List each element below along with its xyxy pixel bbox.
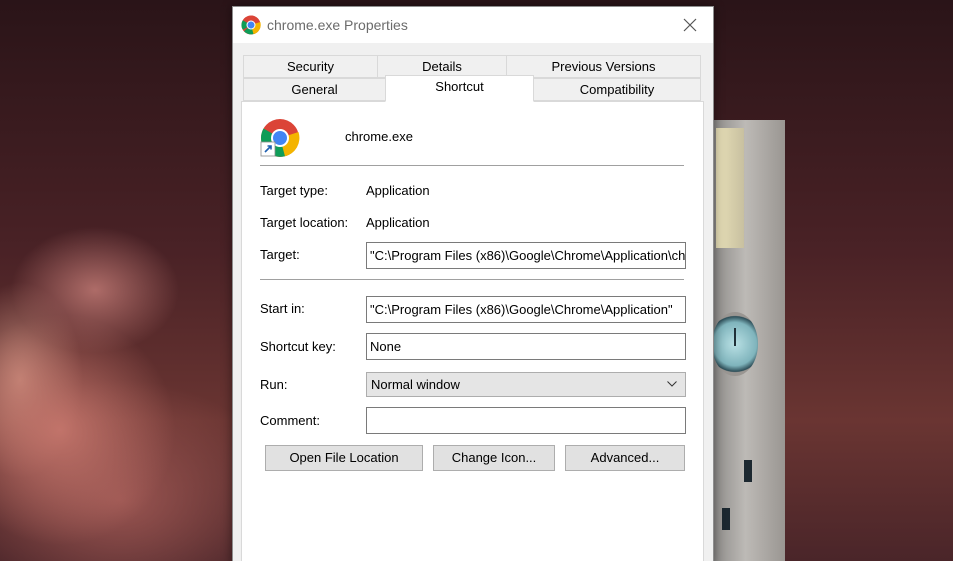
- separator: [260, 165, 684, 166]
- open-file-location-button[interactable]: Open File Location: [265, 445, 423, 471]
- tab-compatibility[interactable]: Compatibility: [533, 78, 701, 101]
- close-icon: [683, 18, 697, 32]
- wallpaper-tower-window: [744, 460, 752, 482]
- properties-dialog: chrome.exe Properties Security Details P…: [232, 6, 714, 561]
- change-icon-button[interactable]: Change Icon...: [433, 445, 555, 471]
- target-field[interactable]: "C:\Program Files (x86)\Google\Chrome\Ap…: [366, 242, 686, 269]
- wallpaper-clock-face: [712, 312, 758, 376]
- shortcut-panel: [241, 101, 704, 561]
- close-button[interactable]: [667, 7, 713, 43]
- shortcut-name: chrome.exe: [345, 129, 413, 144]
- title-bar[interactable]: chrome.exe Properties: [233, 7, 713, 43]
- start-in-field[interactable]: "C:\Program Files (x86)\Google\Chrome\Ap…: [366, 296, 686, 323]
- run-dropdown-value: Normal window: [371, 377, 460, 392]
- tab-previous-versions[interactable]: Previous Versions: [506, 55, 701, 78]
- advanced-button[interactable]: Advanced...: [565, 445, 685, 471]
- comment-field[interactable]: [366, 407, 686, 434]
- target-label: Target:: [260, 247, 300, 262]
- tab-shortcut[interactable]: Shortcut: [385, 75, 534, 102]
- separator: [260, 279, 684, 280]
- target-type-value: Application: [366, 183, 430, 198]
- window-title: chrome.exe Properties: [267, 17, 408, 33]
- tab-security[interactable]: Security: [243, 55, 378, 78]
- comment-label: Comment:: [260, 413, 320, 428]
- run-label: Run:: [260, 377, 288, 392]
- target-location-value: Application: [366, 215, 430, 230]
- wallpaper-tower-spire: [716, 128, 744, 248]
- tab-general[interactable]: General: [243, 78, 386, 101]
- start-in-label: Start in:: [260, 301, 305, 316]
- wallpaper-tower-window: [722, 508, 730, 530]
- target-location-label: Target location:: [260, 215, 349, 230]
- chrome-shortcut-icon: [260, 118, 300, 158]
- target-type-label: Target type:: [260, 183, 328, 198]
- run-dropdown[interactable]: Normal window: [366, 372, 686, 397]
- shortcut-key-field[interactable]: None: [366, 333, 686, 360]
- chrome-icon: [241, 15, 261, 35]
- shortcut-key-label: Shortcut key:: [260, 339, 336, 354]
- chevron-down-icon: [667, 381, 677, 387]
